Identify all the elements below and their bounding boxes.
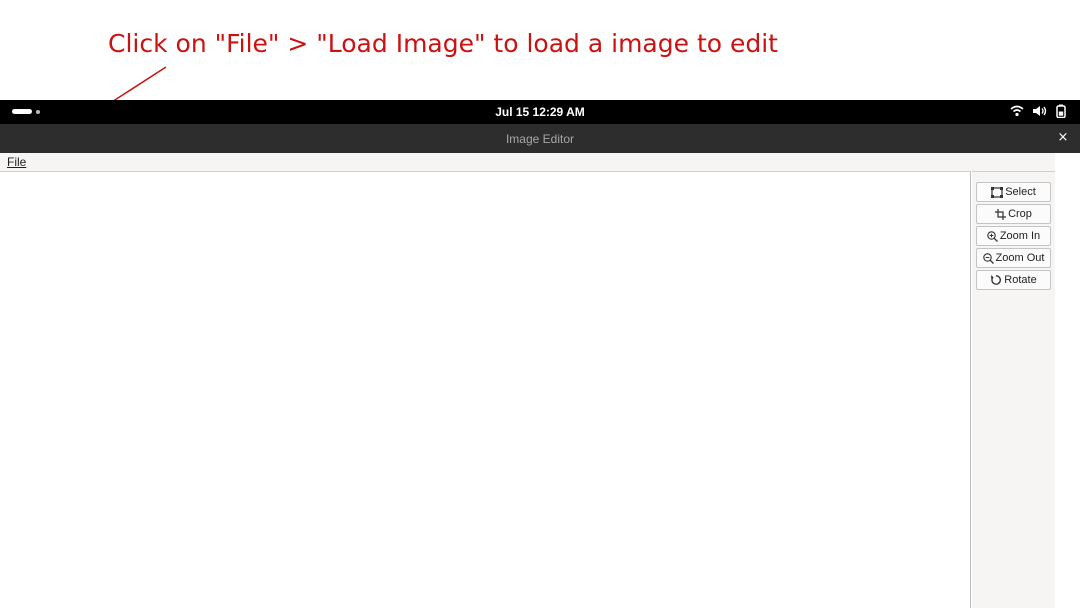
select-button[interactable]: Select [976, 182, 1051, 202]
select-icon [991, 186, 1004, 198]
zoom-in-icon [987, 230, 998, 242]
battery-icon [1056, 103, 1066, 122]
select-label: Select [1005, 186, 1036, 198]
rotate-button[interactable]: Rotate [976, 270, 1051, 290]
volume-icon [1032, 103, 1048, 122]
crop-label: Crop [1008, 208, 1032, 220]
zoom-out-label: Zoom Out [995, 252, 1045, 264]
clock[interactable]: Jul 15 12:29 AM [0, 105, 1080, 119]
annotation-text: Click on "File" > "Load Image" to load a… [108, 29, 778, 58]
crop-icon [995, 208, 1007, 220]
wifi-icon [1010, 103, 1024, 122]
menubar: File [0, 153, 1080, 171]
close-button[interactable]: × [1054, 129, 1072, 147]
rotate-label: Rotate [1004, 274, 1037, 286]
zoom-in-label: Zoom In [999, 230, 1041, 242]
menu-file[interactable]: File [7, 155, 26, 169]
crop-button[interactable]: Crop [976, 204, 1051, 224]
system-top-bar: Jul 15 12:29 AM [0, 100, 1080, 124]
zoom-out-button[interactable]: Zoom Out [976, 248, 1051, 268]
system-tray[interactable] [1010, 103, 1066, 122]
zoom-in-button[interactable]: Zoom In [976, 226, 1051, 246]
tool-panel: Select Crop Zoom In Zoom Out Rotate [972, 171, 1055, 608]
window-titlebar: Image Editor × [0, 124, 1080, 153]
rotate-icon [990, 274, 1002, 286]
window-title: Image Editor [505, 132, 575, 146]
window-edge [1055, 153, 1080, 608]
zoom-out-icon [982, 252, 994, 264]
image-canvas[interactable] [0, 171, 971, 608]
